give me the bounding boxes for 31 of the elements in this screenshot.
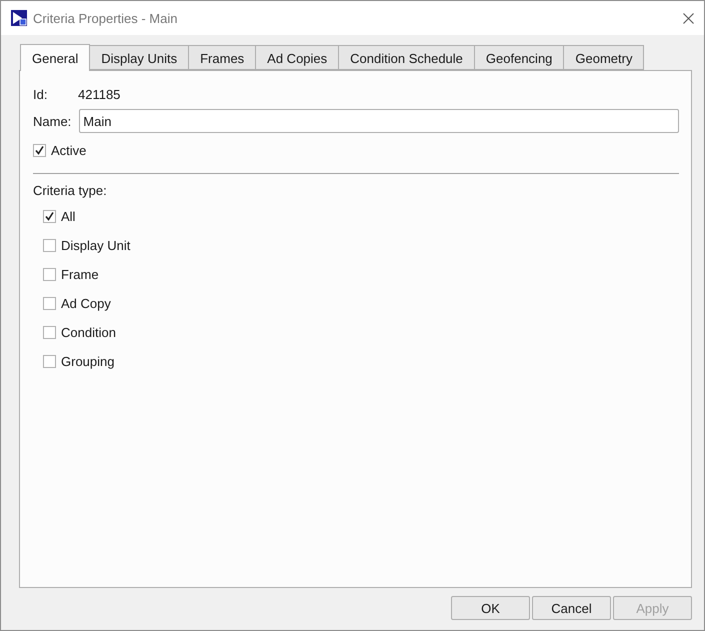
checkbox-label: Active <box>51 143 86 158</box>
checkbox-label: Grouping <box>61 354 114 369</box>
window-title: Criteria Properties - Main <box>33 10 178 26</box>
tab[interactable]: Display Units <box>89 45 190 70</box>
checkbox[interactable] <box>43 297 56 310</box>
name-field[interactable]: Main <box>79 109 679 133</box>
name-label: Name: <box>33 114 72 128</box>
tab[interactable]: Geometry <box>563 45 644 70</box>
tab[interactable]: Frames <box>188 45 256 70</box>
tab[interactable]: General <box>20 44 90 71</box>
checkbox-label: All <box>61 209 76 224</box>
close-icon[interactable] <box>683 12 694 24</box>
checkbox-label: Ad Copy <box>61 296 111 311</box>
checkbox[interactable] <box>43 268 56 281</box>
checkbox-label: Condition <box>61 325 116 340</box>
checkbox-label: Display Unit <box>61 238 130 253</box>
tab[interactable]: Condition Schedule <box>338 45 475 70</box>
checkbox[interactable] <box>33 144 46 157</box>
id-value: 421185 <box>78 87 120 102</box>
checkbox[interactable] <box>43 355 56 368</box>
id-label: Id: <box>33 87 48 102</box>
section-label: Criteria type: <box>33 183 107 198</box>
checkbox[interactable] <box>43 326 56 339</box>
checkbox-label: Frame <box>61 267 99 282</box>
app-icon <box>11 10 27 26</box>
tab[interactable]: Geofencing <box>474 45 564 70</box>
dialog-button[interactable]: OK <box>451 596 530 620</box>
checkbox[interactable] <box>43 239 56 252</box>
dialog-button[interactable]: Cancel <box>532 596 611 620</box>
checkbox[interactable] <box>43 210 56 223</box>
tab[interactable]: Ad Copies <box>255 45 340 70</box>
